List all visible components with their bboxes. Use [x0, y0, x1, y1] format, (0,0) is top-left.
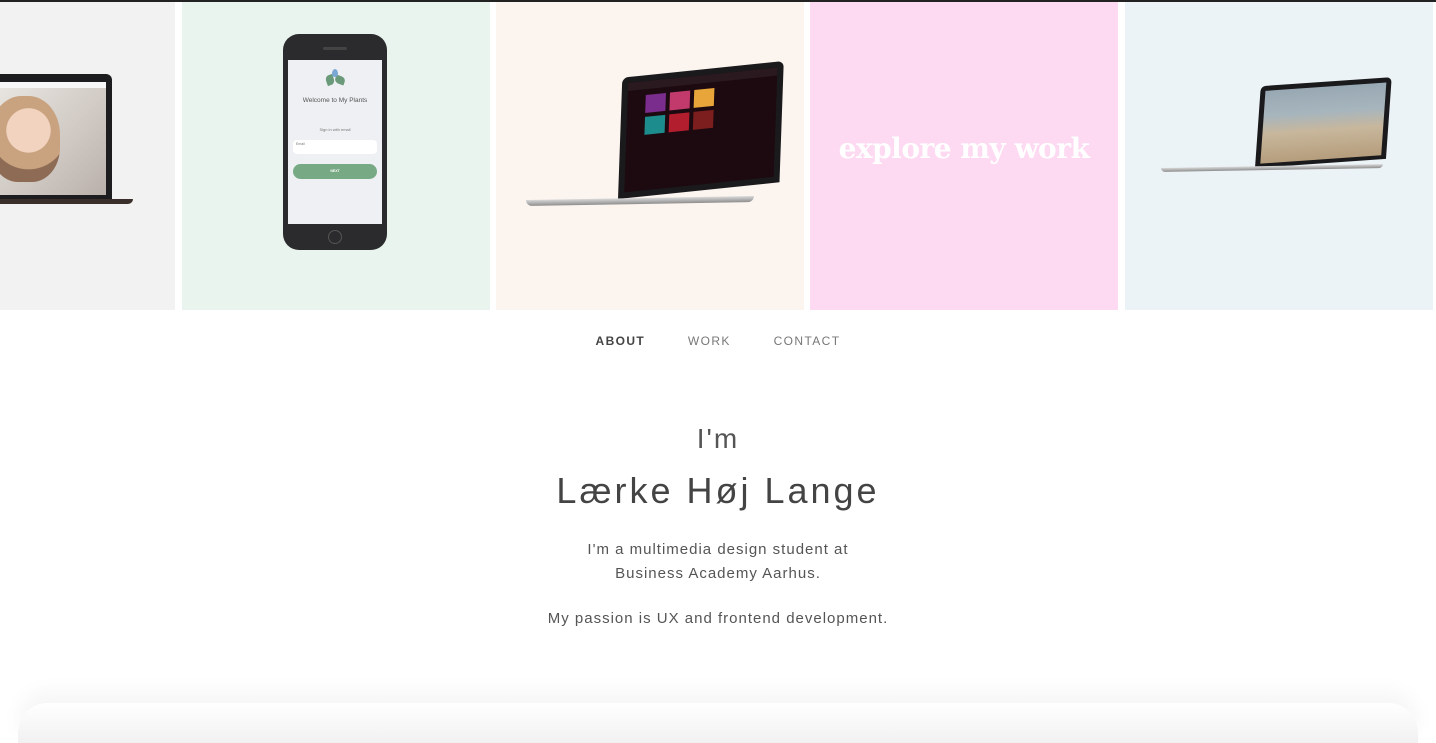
home-button-icon: [328, 230, 342, 244]
phone-next-button: NEXT: [293, 164, 377, 179]
nav-contact[interactable]: CONTACT: [774, 334, 841, 348]
laptop-base: [0, 199, 133, 204]
project-tile-my-plants[interactable]: Welcome to My Plants Sign in with email …: [182, 2, 490, 310]
laptop-base: [1160, 164, 1384, 172]
laptop-mockup: [618, 60, 784, 200]
explore-work-text: explore my work: [838, 131, 1090, 165]
intro-line-1: I'm a multimedia design student at: [587, 541, 849, 558]
phone-title: Welcome to My Plants: [302, 97, 368, 104]
beach-image: [1260, 82, 1387, 164]
nav-work[interactable]: WORK: [688, 334, 731, 348]
laptop-mockup: [0, 74, 112, 199]
phone-mockup: Welcome to My Plants Sign in with email …: [283, 34, 387, 250]
project-tile-music-site[interactable]: [496, 2, 804, 310]
next-section-edge: [18, 703, 1418, 743]
explore-work-tile[interactable]: explore my work: [810, 2, 1118, 310]
intro-line-2: Business Academy Aarhus.: [615, 565, 821, 582]
main-nav: ABOUT WORK CONTACT: [0, 334, 1436, 348]
phone-sign-in-text: Sign in with email: [319, 127, 351, 132]
laptop-base: [525, 196, 755, 206]
laptop-mockup: [1255, 77, 1392, 168]
project-tile-beach-site[interactable]: [1125, 2, 1433, 310]
project-gallery: Welcome to My Plants Sign in with email …: [0, 2, 1436, 310]
intro-passion: My passion is UX and frontend developmen…: [547, 610, 889, 627]
intro-prefix: I'm: [696, 423, 740, 454]
author-name: Lærke Høj Lange: [556, 470, 880, 511]
project-tile-portfolio[interactable]: [0, 2, 175, 310]
phone-email-field: Email: [293, 140, 377, 154]
nav-about[interactable]: ABOUT: [596, 334, 646, 348]
portrait-image: [0, 96, 60, 182]
intro-description: I'm a multimedia design student at Busin…: [0, 538, 1436, 586]
